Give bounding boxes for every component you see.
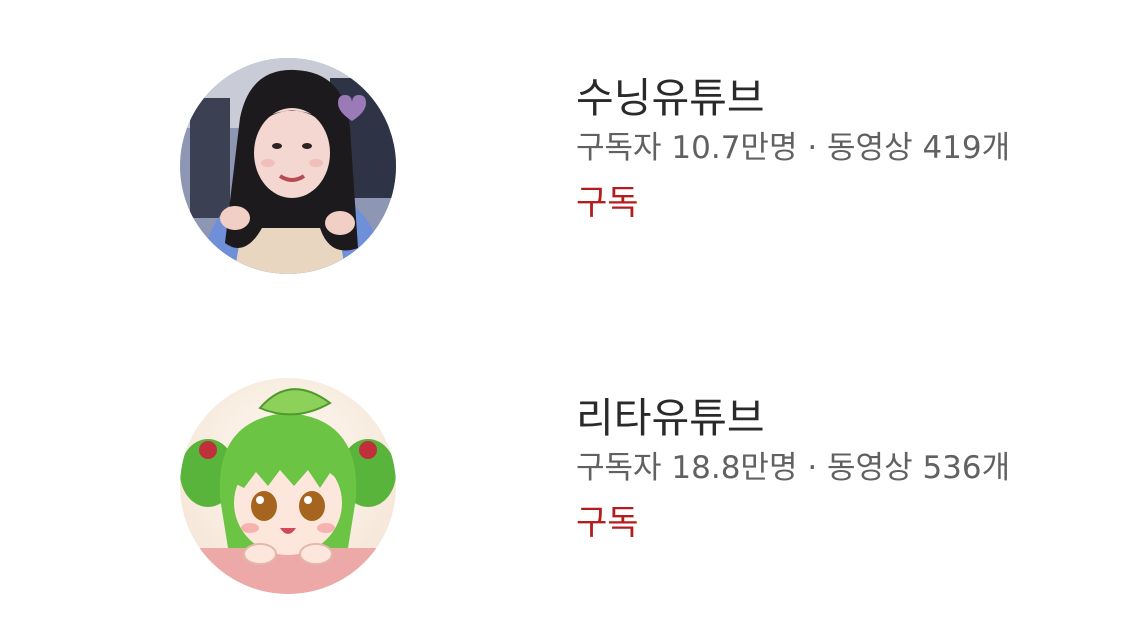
channel-avatar[interactable] — [180, 58, 396, 274]
character-illustration-icon — [180, 378, 396, 594]
channel-info: 리타유튜브 구독자 18.8만명 · 동영상 536개 구독 — [576, 392, 1116, 546]
channel-info: 수닝유튜브 구독자 10.7만명 · 동영상 419개 구독 — [576, 72, 1116, 226]
person-photo-icon — [180, 58, 396, 274]
channel-stats: 구독자 10.7만명 · 동영상 419개 — [576, 130, 1011, 166]
channel-list: 수닝유튜브 구독자 10.7만명 · 동영상 419개 구독 리타유튜브 구독자… — [0, 0, 1125, 633]
channel-stats: 구독자 18.8만명 · 동영상 536개 — [576, 450, 1011, 486]
channel-avatar[interactable] — [180, 378, 396, 594]
channel-name[interactable]: 리타유튜브 — [576, 392, 1116, 444]
channel-item[interactable]: 리타유튜브 구독자 18.8만명 · 동영상 536개 구독 — [0, 370, 1125, 600]
subscribe-button[interactable]: 구독 — [576, 180, 639, 226]
channel-item[interactable]: 수닝유튜브 구독자 10.7만명 · 동영상 419개 구독 — [0, 50, 1125, 280]
channel-name[interactable]: 수닝유튜브 — [576, 72, 1116, 124]
subscribe-button[interactable]: 구독 — [576, 500, 639, 546]
